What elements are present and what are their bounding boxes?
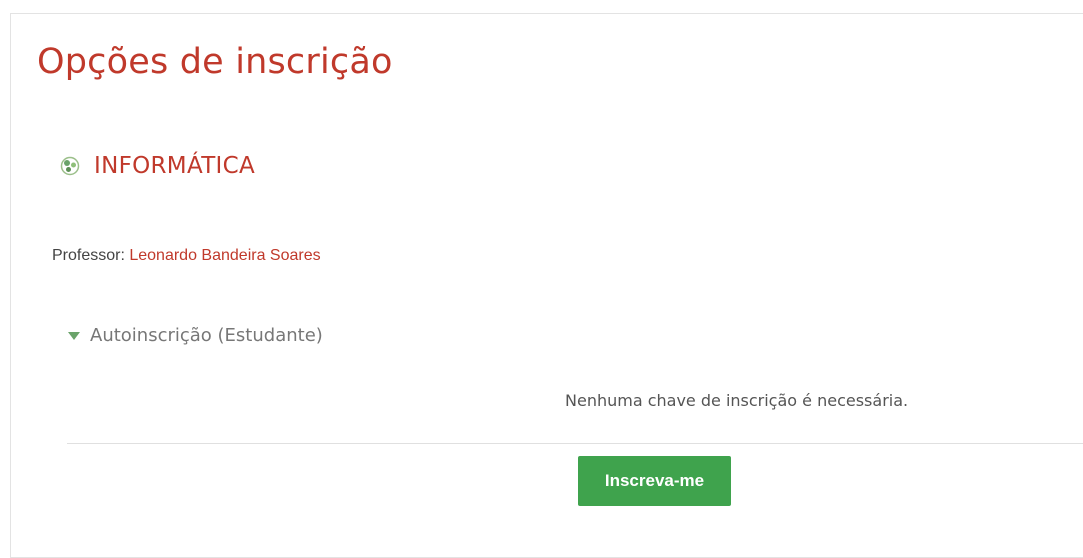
self-enrolment-toggle[interactable]: Autoinscrição (Estudante) <box>68 325 323 346</box>
enrol-me-button[interactable]: Inscreva-me <box>578 456 731 506</box>
enrol-options-panel: Opções de inscrição INFORMÁTICA Professo… <box>10 13 1083 558</box>
course-name[interactable]: INFORMÁTICA <box>94 153 255 179</box>
page-title: Opções de inscrição <box>37 42 393 82</box>
course-icon <box>60 156 80 176</box>
teacher-info: Professor: Leonardo Bandeira Soares <box>52 247 321 265</box>
collapse-triangle-icon <box>68 331 80 340</box>
teacher-name-link[interactable]: Leonardo Bandeira Soares <box>129 247 320 264</box>
self-enrolment-label: Autoinscrição (Estudante) <box>90 325 323 346</box>
divider <box>67 443 1083 444</box>
course-heading: INFORMÁTICA <box>60 153 255 179</box>
teacher-label: Professor: <box>52 247 130 264</box>
no-key-message: Nenhuma chave de inscrição é necessária. <box>565 391 909 410</box>
